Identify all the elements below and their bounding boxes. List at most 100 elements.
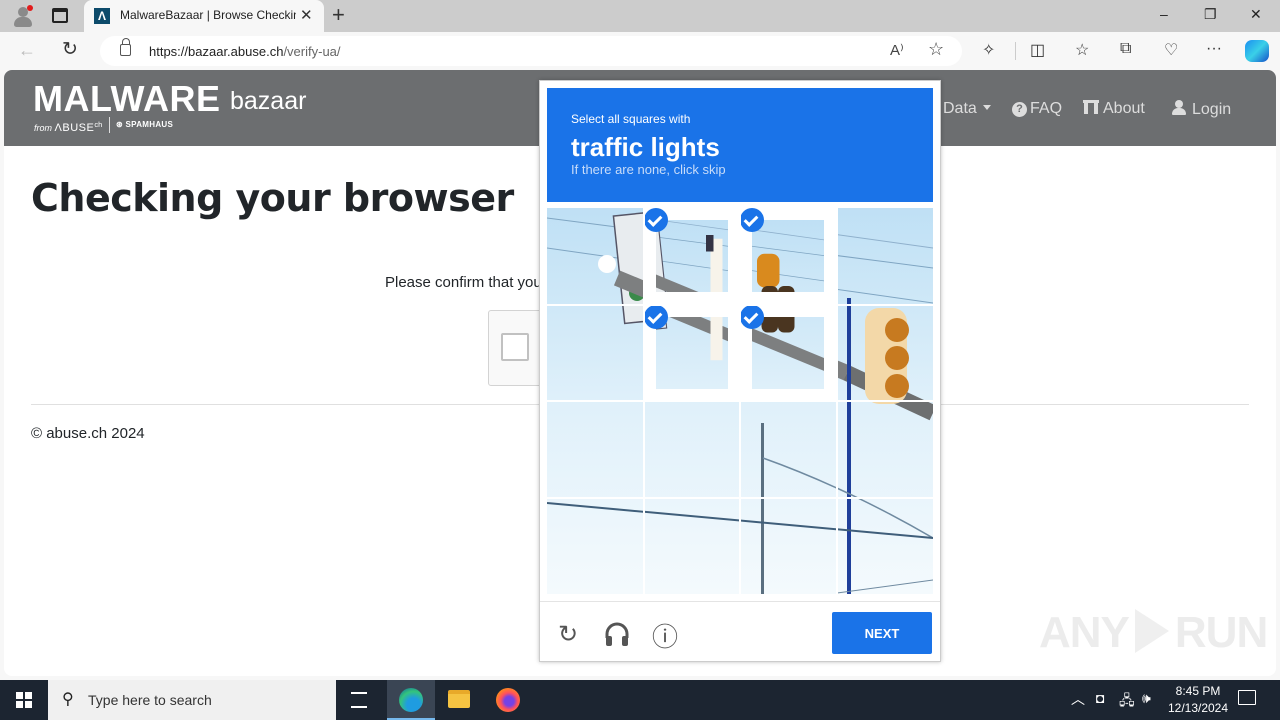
captcha-challenge: Select all squares with traffic lights I… <box>539 80 941 662</box>
reload-challenge-icon[interactable]: ↻ <box>558 620 578 649</box>
copilot-icon[interactable] <box>1245 40 1269 62</box>
captcha-tile[interactable] <box>740 208 836 304</box>
volume-icon[interactable]: 🕪 <box>1142 690 1151 707</box>
meet-now-icon[interactable]: ◘ <box>1096 690 1104 706</box>
url-path: /verify-ua/ <box>283 44 341 59</box>
tab-actions-icon[interactable] <box>52 8 68 23</box>
captcha-tile[interactable] <box>836 401 933 497</box>
notifications-icon[interactable] <box>1238 690 1256 705</box>
taskbar: ⚲ Type here to search ︿ ◘ 🖧 🕪 8:45 PM 12… <box>0 680 1280 720</box>
clock-time: 8:45 PM <box>1175 684 1221 698</box>
spamhaus-text: SPAMHAUS <box>125 120 174 129</box>
logo-from-abuse: from ΛBUSEch <box>34 120 102 134</box>
grid-line <box>547 400 933 402</box>
captcha-image-grid <box>547 208 933 594</box>
more-menu-icon[interactable]: ··· <box>1206 40 1222 58</box>
challenge-instruction: Select all squares with <box>571 112 691 126</box>
new-tab-icon[interactable]: + <box>332 2 345 28</box>
clock[interactable]: 8:45 PM 12/13/2024 <box>1162 683 1234 717</box>
nav-faq[interactable]: ? FAQ <box>1012 100 1062 118</box>
start-button[interactable] <box>16 692 32 708</box>
captcha-tile-image <box>643 497 740 594</box>
captcha-tile-image <box>836 497 933 594</box>
folder-icon <box>448 690 470 708</box>
captcha-tile[interactable] <box>740 497 836 594</box>
captcha-tile-image <box>752 220 824 292</box>
captcha-tile[interactable] <box>643 497 740 594</box>
toolbar-divider <box>1015 42 1016 60</box>
captcha-tile[interactable] <box>740 304 836 401</box>
browser-essentials-icon[interactable]: ♡ <box>1164 40 1178 60</box>
nav-login[interactable]: Login <box>1172 100 1231 119</box>
captcha-tile[interactable] <box>547 401 643 497</box>
split-screen-icon[interactable]: ◫ <box>1030 40 1045 60</box>
info-icon[interactable]: ⓘ <box>652 617 678 654</box>
url-host: https://bazaar.abuse.ch <box>149 44 284 59</box>
captcha-tile-image <box>547 208 643 304</box>
captcha-tile[interactable] <box>643 401 740 497</box>
back-icon[interactable]: ← <box>18 40 36 61</box>
play-icon <box>1134 609 1169 653</box>
network-icon[interactable]: 🖧 <box>1119 690 1135 714</box>
captcha-tile-image <box>740 497 836 594</box>
restore-icon[interactable]: ❐ <box>1204 6 1217 23</box>
tile-checkmark-icon <box>740 304 764 329</box>
taskbar-edge[interactable] <box>387 680 435 720</box>
captcha-tile[interactable] <box>836 208 933 304</box>
favorite-star-icon[interactable]: ☆ <box>928 39 944 60</box>
nav-data-label: Data <box>943 100 977 117</box>
logo-divider <box>109 117 110 133</box>
captcha-tile[interactable] <box>643 208 740 304</box>
captcha-tile[interactable] <box>836 497 933 594</box>
logo-bazaar[interactable]: bazaar <box>230 87 306 116</box>
captcha-tile-image <box>655 316 728 389</box>
reload-icon[interactable]: ↻ <box>62 38 78 61</box>
tile-checkmark-icon <box>740 208 764 232</box>
next-button[interactable]: NEXT <box>832 612 932 654</box>
read-aloud-icon[interactable]: A⁾ <box>890 41 904 59</box>
challenge-hint: If there are none, click skip <box>571 162 726 177</box>
recaptcha-checkbox[interactable] <box>501 333 529 361</box>
captcha-tile[interactable] <box>740 401 836 497</box>
captcha-tile-image <box>836 401 933 497</box>
tab-malwarebazaar[interactable]: Λ MalwareBazaar | Browse Checking your b… <box>84 0 324 32</box>
tray-chevron-icon[interactable]: ︿ <box>1071 689 1085 709</box>
logo-malware[interactable]: MALWARE <box>33 78 221 120</box>
captcha-tile[interactable] <box>547 497 643 594</box>
url-input[interactable]: https://bazaar.abuse.ch/verify-ua/ A⁾ ☆ <box>100 36 962 66</box>
nav-data[interactable]: Data <box>943 100 991 118</box>
captcha-tile[interactable] <box>836 304 933 401</box>
user-icon <box>1172 100 1186 115</box>
nav-about-label: About <box>1103 100 1145 117</box>
watermark-any: ANY <box>1039 608 1130 657</box>
captcha-tile[interactable] <box>643 304 740 401</box>
spamhaus-icon: ⊛ <box>116 120 126 129</box>
minimize-icon[interactable]: – <box>1160 6 1168 22</box>
captcha-tile-image <box>752 316 824 389</box>
firefox-icon <box>496 688 520 712</box>
taskbar-file-explorer[interactable] <box>435 680 483 720</box>
extensions-icon[interactable]: ✧ <box>982 40 995 60</box>
tab-title: MalwareBazaar | Browse Checking your bro… <box>120 8 296 22</box>
nav-about[interactable]: About <box>1083 100 1145 118</box>
taskbar-search[interactable]: ⚲ Type here to search <box>48 680 336 720</box>
taskbar-firefox[interactable] <box>484 680 532 720</box>
captcha-tile-image <box>836 304 933 401</box>
logo-from: from <box>34 123 52 133</box>
window-close-icon[interactable]: ✕ <box>1250 6 1262 23</box>
audio-challenge-icon[interactable] <box>604 622 630 654</box>
favorites-icon[interactable]: ☆ <box>1075 40 1089 60</box>
favicon-icon: Λ <box>94 8 110 24</box>
captcha-tile[interactable] <box>547 208 643 304</box>
captcha-tile[interactable] <box>547 304 643 401</box>
grid-line <box>547 496 933 499</box>
task-view-icon[interactable] <box>351 692 367 708</box>
tab-close-icon[interactable]: ✕ <box>300 6 313 24</box>
challenge-header: Select all squares with traffic lights I… <box>547 88 933 202</box>
logo-abuse-sup: ch <box>94 120 103 129</box>
profile-icon[interactable] <box>12 5 34 27</box>
tab-bar: Λ MalwareBazaar | Browse Checking your b… <box>0 0 1280 32</box>
tile-checkmark-icon <box>643 208 668 232</box>
collections-icon[interactable]: ⧉ <box>1120 40 1131 58</box>
lock-icon[interactable] <box>120 38 131 56</box>
